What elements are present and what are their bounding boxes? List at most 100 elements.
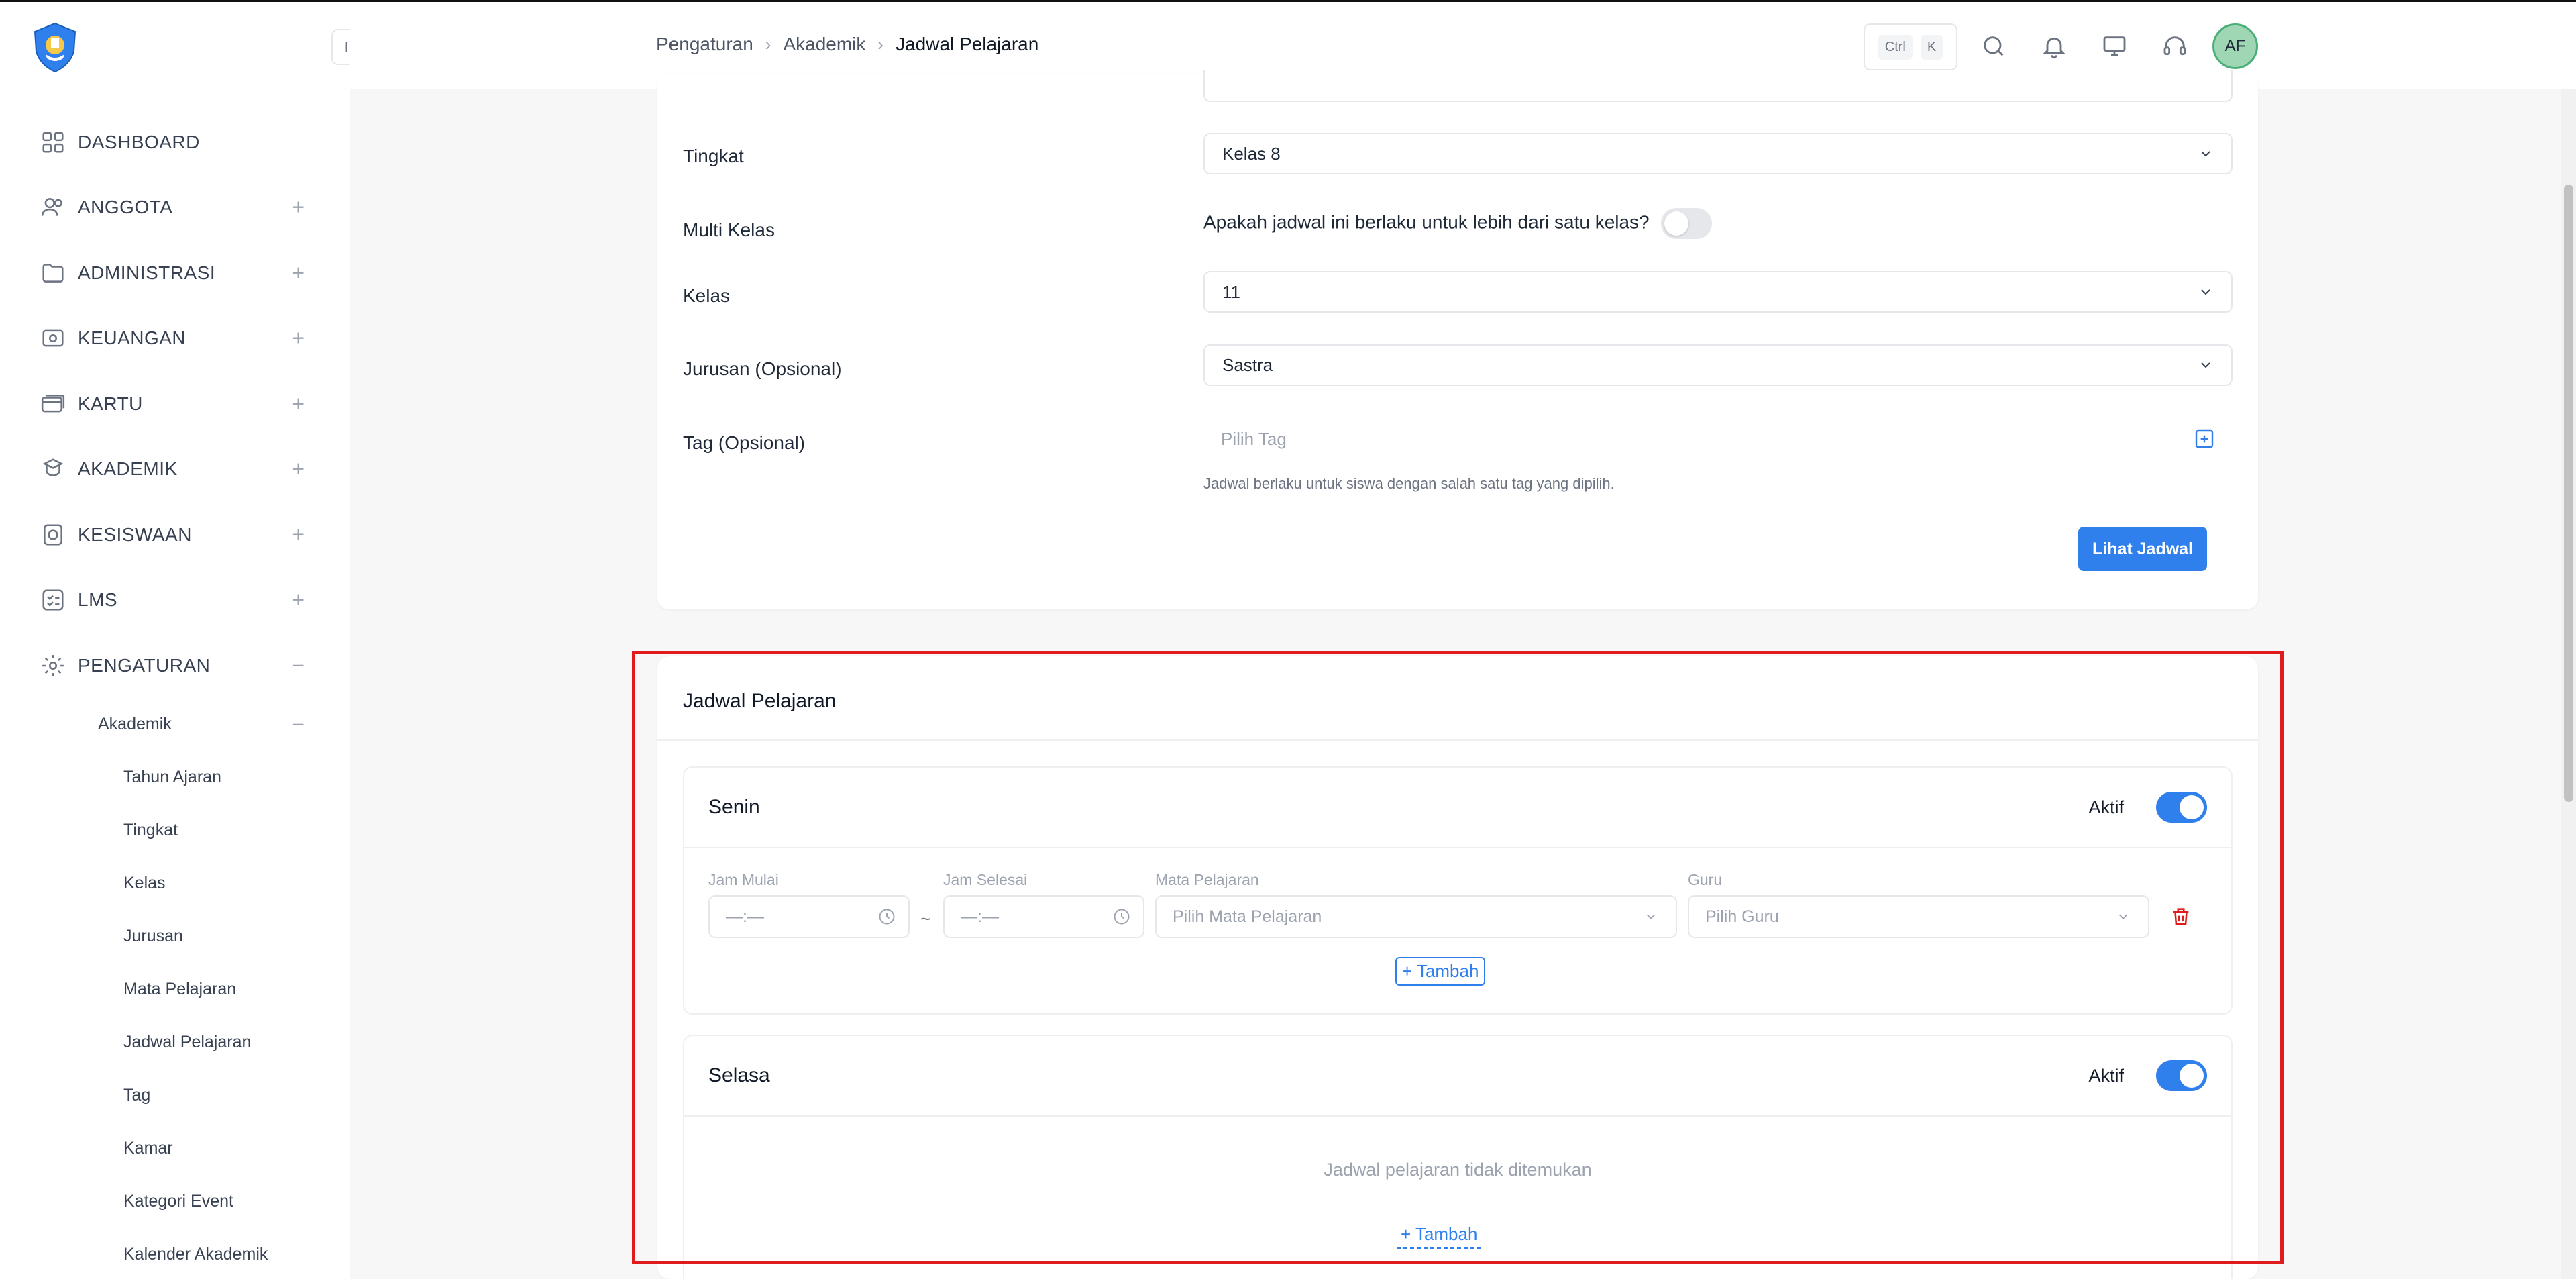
- expand-icon[interactable]: +: [292, 588, 305, 613]
- day-card-selasa: Selasa Aktif Jadwal pelajaran tidak dite…: [683, 1035, 2233, 1279]
- expand-icon[interactable]: +: [292, 391, 305, 416]
- filter-form-card: Tingkat Kelas 8 Multi Kelas Apakah jadwa…: [657, 70, 2258, 609]
- day-name: Senin: [708, 796, 760, 818]
- tingkat-value: Kelas 8: [1222, 143, 1281, 164]
- submenu-item-tahun-ajaran[interactable]: Tahun Ajaran: [0, 751, 350, 804]
- submenu-item-jadwal-pelajaran[interactable]: Jadwal Pelajaran: [0, 1016, 350, 1069]
- sidebar-item-label: ANGGOTA: [78, 197, 173, 218]
- collapse-icon[interactable]: −: [292, 712, 305, 737]
- multi-kelas-toggle[interactable]: [1661, 208, 1713, 239]
- submenu-item-kalender-akademik[interactable]: Kalender Akademik: [0, 1228, 350, 1279]
- multi-kelas-label: Multi Kelas: [683, 219, 775, 240]
- sidebar-nav: DASHBOARD ANGGOTA + ADMINISTRASI + KEUAN…: [0, 109, 350, 1279]
- sidebar-item-keuangan[interactable]: KEUANGAN +: [0, 306, 350, 372]
- submenu-item-tingkat[interactable]: Tingkat: [0, 804, 350, 857]
- sidebar-item-dashboard[interactable]: DASHBOARD: [0, 109, 350, 175]
- time-separator: ~: [920, 909, 931, 929]
- kbd-k: K: [1920, 34, 1943, 60]
- sidebar: DASHBOARD ANGGOTA + ADMINISTRASI + KEUAN…: [0, 2, 350, 1279]
- lihat-jadwal-button[interactable]: Lihat Jadwal: [2078, 527, 2207, 571]
- jam-selesai-input[interactable]: —:—: [943, 895, 1144, 938]
- mapel-placeholder: Pilih Mata Pelajaran: [1173, 907, 1322, 926]
- guru-placeholder: Pilih Guru: [1705, 907, 1779, 926]
- command-palette-button[interactable]: Ctrl K: [1864, 23, 1957, 70]
- schedule-card: Jadwal Pelajaran Senin Aktif Jam Mulai —…: [657, 656, 2258, 1279]
- sidebar-item-label: DASHBOARD: [78, 131, 200, 152]
- expand-icon[interactable]: +: [292, 195, 305, 220]
- sidebar-item-label: KEUANGAN: [78, 327, 186, 349]
- add-tag-icon[interactable]: [2194, 428, 2215, 450]
- jurusan-select[interactable]: Sastra: [1203, 344, 2233, 386]
- search-icon[interactable]: [1980, 33, 2007, 60]
- sidebar-item-pengaturan[interactable]: PENGATURAN −: [0, 633, 350, 699]
- chevron-right-icon: ›: [765, 34, 771, 54]
- mapel-select[interactable]: Pilih Mata Pelajaran: [1155, 895, 1677, 938]
- sidebar-item-label: LMS: [78, 589, 118, 611]
- breadcrumb-item[interactable]: Akademik: [783, 34, 865, 55]
- day-header: Selasa Aktif: [684, 1036, 2231, 1117]
- aktif-label: Aktif: [2088, 1066, 2124, 1086]
- expand-icon[interactable]: +: [292, 326, 305, 351]
- day-active-toggle[interactable]: [2156, 1060, 2207, 1091]
- add-schedule-button[interactable]: + Tambah: [1395, 957, 1486, 986]
- mapel-label: Mata Pelajaran: [1155, 871, 1259, 888]
- submenu-akademik[interactable]: Akademik −: [0, 699, 350, 751]
- submenu-item-tag[interactable]: Tag: [0, 1069, 350, 1122]
- monitor-icon[interactable]: [2101, 33, 2128, 60]
- checklist-icon: [42, 589, 64, 611]
- jam-mulai-input[interactable]: —:—: [708, 895, 910, 938]
- trash-icon[interactable]: [2169, 905, 2192, 928]
- breadcrumb: Pengaturan › Akademik › Jadwal Pelajaran: [656, 34, 1038, 55]
- page-scrollbar[interactable]: [2561, 89, 2576, 1279]
- submenu-item-jurusan[interactable]: Jurusan: [0, 910, 350, 963]
- submenu-item-kategori-event[interactable]: Kategori Event: [0, 1175, 350, 1228]
- money-icon: [42, 329, 64, 347]
- chevron-down-icon: [2118, 914, 2128, 920]
- day-active-toggle[interactable]: [2156, 792, 2207, 823]
- submenu-item-kelas[interactable]: Kelas: [0, 857, 350, 910]
- previous-select-partial[interactable]: [1203, 70, 2233, 102]
- chevron-down-icon: [2201, 151, 2210, 157]
- submenu-item-kamar[interactable]: Kamar: [0, 1122, 350, 1175]
- multi-kelas-question: Apakah jadwal ini berlaku untuk lebih da…: [1203, 211, 1650, 233]
- guru-select[interactable]: Pilih Guru: [1688, 895, 2149, 938]
- breadcrumb-item[interactable]: Pengaturan: [656, 34, 753, 55]
- school-logo[interactable]: [28, 21, 82, 74]
- kelas-select[interactable]: 11: [1203, 271, 2233, 313]
- tag-placeholder: Pilih Tag: [1221, 428, 1287, 449]
- aktif-label: Aktif: [2088, 797, 2124, 817]
- tingkat-select[interactable]: Kelas 8: [1203, 133, 2233, 174]
- chevron-right-icon: ›: [877, 34, 884, 54]
- sidebar-item-kartu[interactable]: KARTU +: [0, 371, 350, 437]
- sidebar-item-label: AKADEMIK: [78, 458, 178, 480]
- jam-selesai-value: —:—: [961, 907, 999, 926]
- bell-icon[interactable]: [2041, 33, 2068, 60]
- tag-select[interactable]: Pilih Tag: [1203, 418, 2233, 460]
- folder-icon: [42, 263, 64, 283]
- jam-mulai-label: Jam Mulai: [708, 871, 779, 888]
- schedule-title: Jadwal Pelajaran: [683, 690, 837, 712]
- jurusan-value: Sastra: [1222, 354, 1273, 375]
- expand-icon[interactable]: +: [292, 260, 305, 285]
- add-schedule-button[interactable]: + Tambah: [1397, 1221, 1482, 1249]
- scrollbar-thumb[interactable]: [2564, 185, 2573, 802]
- sidebar-item-kesiswaan[interactable]: KESISWAAN +: [0, 502, 350, 568]
- kbd-ctrl: Ctrl: [1878, 34, 1913, 60]
- tag-label: Tag (Opsional): [683, 432, 806, 453]
- multi-kelas-row: Apakah jadwal ini berlaku untuk lebih da…: [1203, 208, 1713, 239]
- academic-icon: [42, 458, 64, 477]
- sidebar-item-lms[interactable]: LMS +: [0, 568, 350, 633]
- sidebar-item-akademik[interactable]: AKADEMIK +: [0, 437, 350, 503]
- headset-icon[interactable]: [2161, 33, 2188, 60]
- breadcrumb-current: Jadwal Pelajaran: [896, 34, 1039, 54]
- sidebar-item-label: ADMINISTRASI: [78, 262, 216, 283]
- expand-icon[interactable]: +: [292, 457, 305, 482]
- sidebar-item-administrasi[interactable]: ADMINISTRASI +: [0, 240, 350, 306]
- sidebar-item-anggota[interactable]: ANGGOTA +: [0, 175, 350, 241]
- submenu-item-mata-pelajaran[interactable]: Mata Pelajaran: [0, 963, 350, 1016]
- collapse-icon[interactable]: −: [292, 653, 305, 678]
- expand-icon[interactable]: +: [292, 522, 305, 547]
- users-icon: [41, 198, 62, 217]
- avatar[interactable]: AF: [2212, 23, 2258, 69]
- day-name: Selasa: [708, 1064, 770, 1086]
